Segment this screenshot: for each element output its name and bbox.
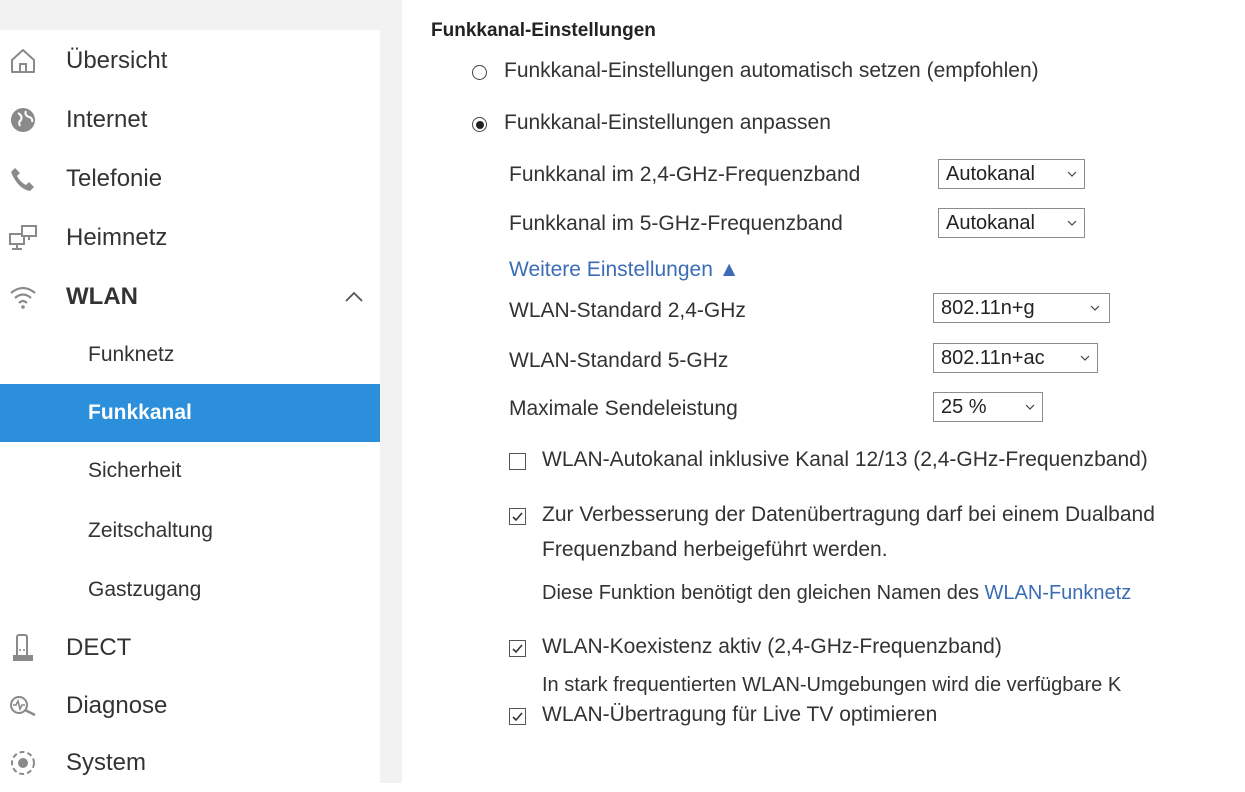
sidebar-subitem-label: Sicherheit — [88, 459, 182, 482]
sidebar-top-band — [0, 0, 380, 30]
sidebar-item-label: Diagnose — [66, 692, 168, 719]
channel-5-select[interactable]: Autokanal — [938, 208, 1085, 238]
sidebar-item-label: Heimnetz — [66, 224, 168, 251]
sidebar-subitem-label: Zeitschaltung — [88, 519, 213, 542]
sidebar-item-wlan[interactable]: WLAN — [0, 268, 380, 326]
sidebar-subitem-label: Funknetz — [88, 343, 175, 366]
sidebar-item-telefonie[interactable]: Telefonie — [0, 150, 380, 208]
sidebar-item-uebersicht[interactable]: Übersicht — [0, 32, 380, 90]
channel-24-value: Autokanal — [946, 163, 1035, 185]
channel-24-select[interactable]: Autokanal — [938, 159, 1085, 189]
sidebar-nav: Übersicht Internet Telefonie Heimnetz WL… — [0, 0, 381, 783]
checkmark-icon — [512, 712, 523, 722]
channel-24-label: Funkkanal im 2,4-GHz-Frequenzband — [509, 163, 861, 186]
sidebar-subitem-label: Gastzugang — [88, 578, 202, 601]
sidebar-item-diagnose[interactable]: Diagnose — [0, 677, 380, 735]
chevron-down-icon — [1080, 355, 1090, 361]
chevron-down-icon — [1090, 305, 1100, 311]
section-title: Funkkanal-Einstellungen — [431, 20, 656, 41]
sidebar-item-label: Internet — [66, 106, 148, 133]
coexistence-label[interactable]: WLAN-Koexistenz aktiv (2,4-GHz-Frequenzb… — [542, 635, 1002, 659]
main-content: Funkkanal-Einstellungen Funkkanal-Einste… — [402, 0, 1245, 783]
sidebar-item-internet[interactable]: Internet — [0, 91, 380, 149]
wlan-funknetz-link[interactable]: WLAN-Funknetz — [985, 582, 1132, 604]
chevron-down-icon — [1067, 220, 1077, 226]
sidebar-item-heimnetz[interactable]: Heimnetz — [0, 209, 380, 267]
coexistence-note: In stark frequentierten WLAN-Umgebungen … — [542, 674, 1122, 696]
standard-24-label: WLAN-Standard 2,4-GHz — [509, 299, 746, 322]
checkmark-icon — [512, 644, 523, 654]
sidebar-subitem-sicherheit[interactable]: Sicherheit — [0, 442, 380, 500]
channel-5-label: Funkkanal im 5-GHz-Frequenzband — [509, 212, 843, 235]
standard-5-label: WLAN-Standard 5-GHz — [509, 349, 729, 372]
band-steering-checkbox[interactable] — [509, 508, 526, 525]
band-steering-label-line2: Frequenzband herbeigeführt werden. — [542, 538, 888, 561]
autochannel-checkbox[interactable] — [509, 453, 526, 470]
sidebar-item-label: System — [66, 749, 147, 776]
sidebar-subitem-gastzugang[interactable]: Gastzugang — [0, 561, 380, 619]
sidebar-item-label: Telefonie — [66, 165, 163, 192]
home-icon — [8, 46, 38, 76]
sidebar-subitem-label: Funkkanal — [88, 401, 192, 424]
chevron-up-icon[interactable] — [342, 288, 366, 306]
standard-5-value: 802.11n+ac — [941, 347, 1045, 369]
sidebar-item-label: DECT — [66, 634, 132, 661]
standard-24-value: 802.11n+g — [941, 297, 1035, 319]
radio-custom-channel-label[interactable]: Funkkanal-Einstellungen anpassen — [504, 111, 831, 135]
band-steering-note-text: Diese Funktion benötigt den gleichen Nam… — [542, 582, 985, 604]
sidebar-item-dect[interactable]: DECT — [0, 619, 380, 677]
standard-5-select[interactable]: 802.11n+ac — [933, 343, 1098, 373]
tx-power-value: 25 % — [941, 396, 987, 418]
live-tv-checkbox[interactable] — [509, 708, 526, 725]
band-steering-note: Diese Funktion benötigt den gleichen Nam… — [542, 582, 1131, 605]
sidebar-subitem-funkkanal[interactable]: Funkkanal — [0, 384, 380, 442]
sidebar-content-gap — [380, 0, 402, 783]
sidebar-subitem-funknetz[interactable]: Funknetz — [0, 326, 380, 384]
live-tv-label[interactable]: WLAN-Übertragung für Live TV optimieren — [542, 703, 937, 727]
sidebar-item-system[interactable]: System — [0, 734, 380, 792]
wifi-icon — [8, 282, 38, 312]
sidebar-item-label: Übersicht — [66, 47, 168, 74]
radio-auto-channel[interactable] — [472, 65, 487, 80]
system-icon — [8, 748, 38, 778]
phone-icon — [8, 164, 38, 194]
standard-24-select[interactable]: 802.11n+g — [933, 293, 1110, 323]
radio-custom-channel[interactable] — [472, 117, 487, 132]
band-steering-label-line1[interactable]: Zur Verbesserung der Datenübertragung da… — [542, 503, 1155, 527]
diagnose-icon — [8, 691, 38, 721]
network-icon — [8, 223, 38, 253]
radio-auto-channel-label[interactable]: Funkkanal-Einstellungen automatisch setz… — [504, 59, 1039, 83]
autochannel-checkbox-label[interactable]: WLAN-Autokanal inklusive Kanal 12/13 (2,… — [542, 448, 1148, 472]
sidebar-subitem-zeitschaltung[interactable]: Zeitschaltung — [0, 502, 380, 560]
tx-power-label: Maximale Sendeleistung — [509, 397, 738, 420]
tx-power-select[interactable]: 25 % — [933, 392, 1043, 422]
globe-icon — [8, 105, 38, 135]
sidebar-item-label: WLAN — [66, 283, 138, 310]
checkmark-icon — [512, 512, 523, 522]
dect-phone-icon — [8, 633, 38, 663]
chevron-down-icon — [1025, 404, 1035, 410]
more-settings-link[interactable]: Weitere Einstellungen ▲ — [509, 258, 740, 282]
chevron-down-icon — [1067, 171, 1077, 177]
channel-5-value: Autokanal — [946, 212, 1035, 234]
coexistence-checkbox[interactable] — [509, 640, 526, 657]
